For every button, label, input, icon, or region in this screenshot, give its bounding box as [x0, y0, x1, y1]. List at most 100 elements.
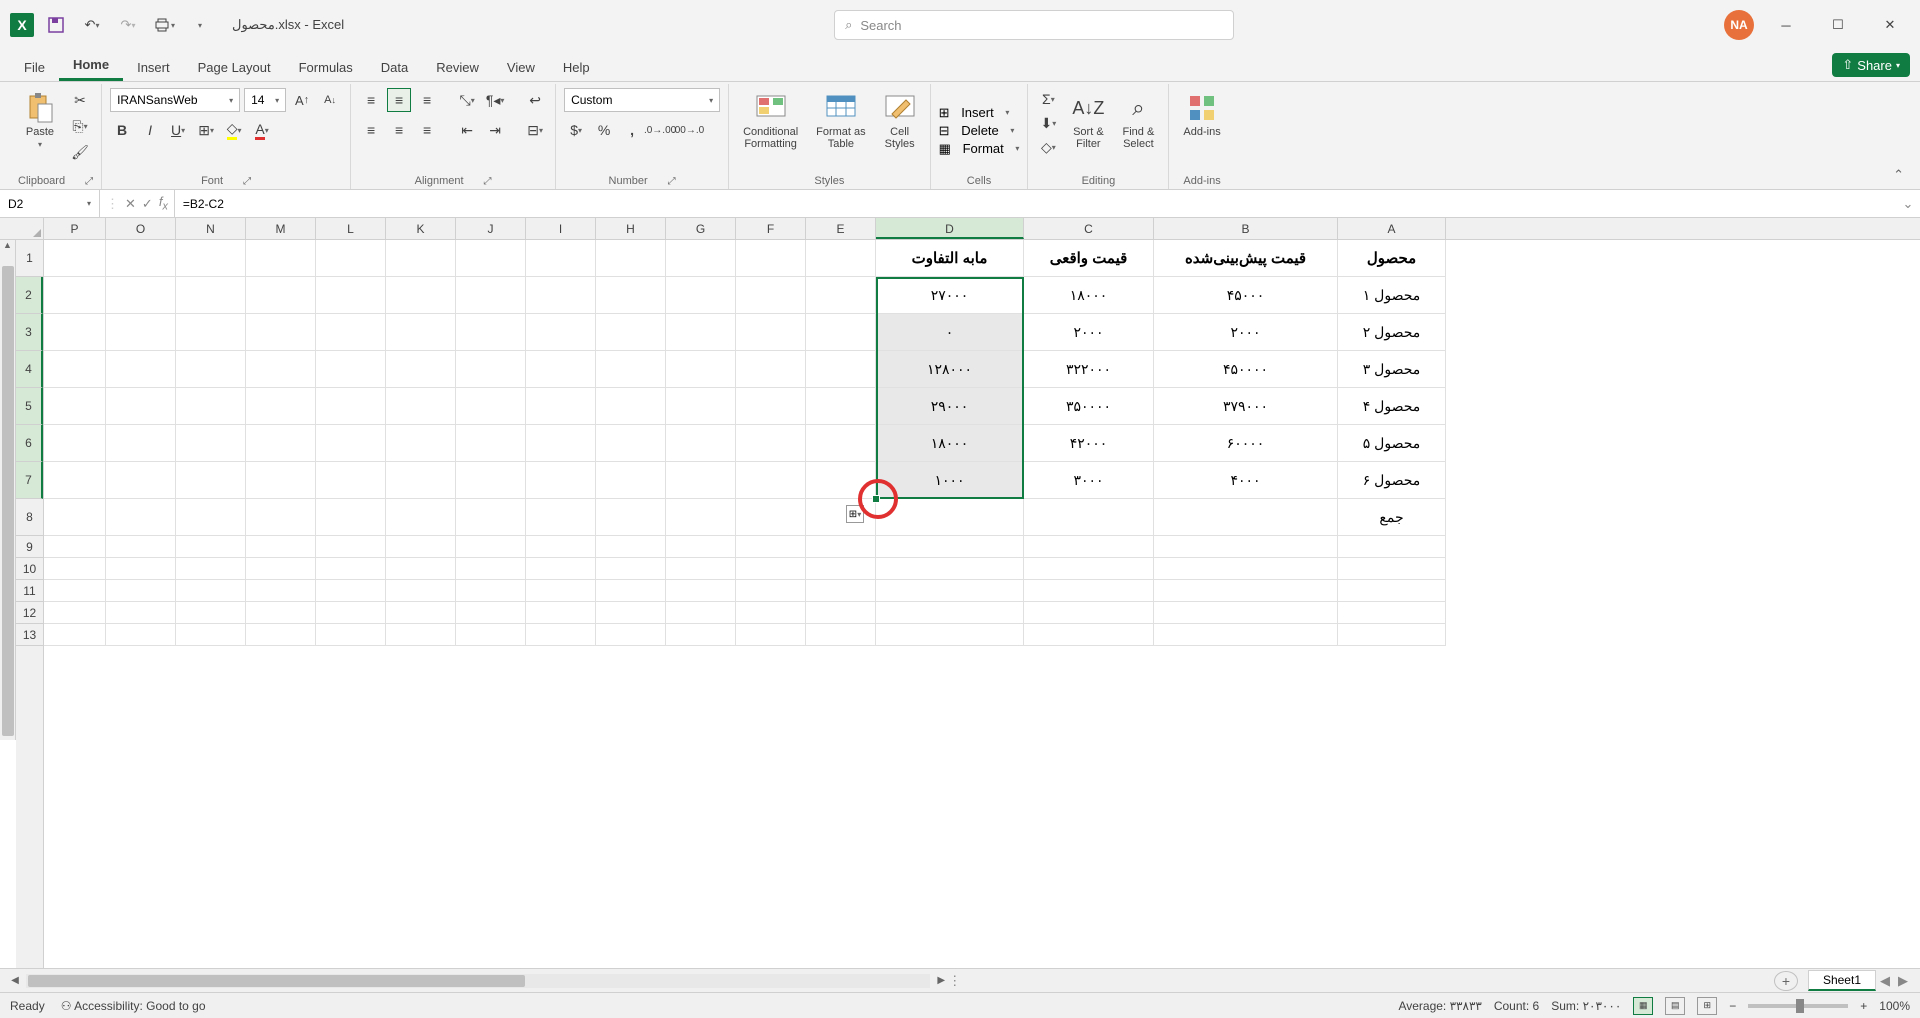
- cell-C3[interactable]: ۲۰۰۰: [1024, 314, 1154, 351]
- cell-O13[interactable]: [106, 624, 176, 646]
- new-sheet-button[interactable]: +: [1774, 971, 1798, 991]
- cell-B4[interactable]: ۴۵۰۰۰۰: [1154, 351, 1338, 388]
- enter-formula-button[interactable]: ✓: [142, 196, 153, 212]
- cell-P1[interactable]: [44, 240, 106, 277]
- col-header-G[interactable]: G: [666, 218, 736, 239]
- cell-H3[interactable]: [596, 314, 666, 351]
- row-header-13[interactable]: 13: [16, 624, 43, 646]
- cell-P4[interactable]: [44, 351, 106, 388]
- name-box[interactable]: D2▾: [0, 190, 100, 217]
- orientation-button[interactable]: ⤡▾: [455, 88, 479, 112]
- merge-button[interactable]: ⊟▾: [523, 118, 547, 142]
- search-box[interactable]: ⌕ Search: [834, 10, 1234, 40]
- row-header-1[interactable]: 1: [16, 240, 43, 277]
- decrease-decimal-button[interactable]: .00→.0: [676, 118, 700, 142]
- conditional-formatting-button[interactable]: Conditional Formatting: [737, 88, 804, 154]
- cell-B11[interactable]: [1154, 580, 1338, 602]
- cell-B2[interactable]: ۴۵۰۰۰: [1154, 277, 1338, 314]
- cell-M8[interactable]: [246, 499, 316, 536]
- clear-button[interactable]: ◇▾: [1036, 136, 1060, 158]
- cell-M5[interactable]: [246, 388, 316, 425]
- border-button[interactable]: ⊞▾: [194, 118, 218, 142]
- align-bottom-button[interactable]: ≡: [415, 88, 439, 112]
- cell-C13[interactable]: [1024, 624, 1154, 646]
- cell-H7[interactable]: [596, 462, 666, 499]
- cell-I1[interactable]: [526, 240, 596, 277]
- col-header-N[interactable]: N: [176, 218, 246, 239]
- row-header-8[interactable]: 8: [16, 499, 43, 536]
- cell-G2[interactable]: [666, 277, 736, 314]
- fill-color-button[interactable]: ◇▾: [222, 118, 246, 142]
- cell-P9[interactable]: [44, 536, 106, 558]
- fx-button[interactable]: fx: [159, 194, 168, 213]
- save-button[interactable]: [42, 11, 70, 39]
- cell-K7[interactable]: [386, 462, 456, 499]
- cell-F4[interactable]: [736, 351, 806, 388]
- cell-I5[interactable]: [526, 388, 596, 425]
- zoom-out-button[interactable]: −: [1729, 999, 1736, 1013]
- cell-B6[interactable]: ۶۰۰۰۰: [1154, 425, 1338, 462]
- cell-E10[interactable]: [806, 558, 876, 580]
- underline-button[interactable]: U▾: [166, 118, 190, 142]
- cell-K12[interactable]: [386, 602, 456, 624]
- format-cells-button[interactable]: ▦ Format ▾: [939, 141, 1020, 157]
- col-header-B[interactable]: B: [1154, 218, 1338, 239]
- qat-customize[interactable]: ▾: [186, 11, 214, 39]
- cell-L7[interactable]: [316, 462, 386, 499]
- cell-F10[interactable]: [736, 558, 806, 580]
- cell-B13[interactable]: [1154, 624, 1338, 646]
- comma-button[interactable]: ,: [620, 118, 644, 142]
- cell-B8[interactable]: [1154, 499, 1338, 536]
- cell-H2[interactable]: [596, 277, 666, 314]
- cell-E2[interactable]: [806, 277, 876, 314]
- cell-D3[interactable]: ۰: [876, 314, 1024, 351]
- cell-D8[interactable]: [876, 499, 1024, 536]
- cell-E6[interactable]: [806, 425, 876, 462]
- font-color-button[interactable]: A▾: [250, 118, 274, 142]
- cell-F5[interactable]: [736, 388, 806, 425]
- cell-J1[interactable]: [456, 240, 526, 277]
- cell-A2[interactable]: محصول ۱: [1338, 277, 1446, 314]
- cell-N6[interactable]: [176, 425, 246, 462]
- row-header-2[interactable]: 2: [16, 277, 43, 314]
- zoom-handle[interactable]: [1796, 999, 1804, 1013]
- cell-O8[interactable]: [106, 499, 176, 536]
- cell-P7[interactable]: [44, 462, 106, 499]
- cell-M4[interactable]: [246, 351, 316, 388]
- cell-G1[interactable]: [666, 240, 736, 277]
- row-header-9[interactable]: 9: [16, 536, 43, 558]
- cell-J3[interactable]: [456, 314, 526, 351]
- cell-M9[interactable]: [246, 536, 316, 558]
- cell-O11[interactable]: [106, 580, 176, 602]
- redo-button[interactable]: ↷▾: [114, 11, 142, 39]
- cell-P2[interactable]: [44, 277, 106, 314]
- format-painter-button[interactable]: 🖌: [68, 140, 92, 164]
- cell-J5[interactable]: [456, 388, 526, 425]
- cell-F13[interactable]: [736, 624, 806, 646]
- number-format-select[interactable]: Custom▾: [564, 88, 720, 112]
- cell-F12[interactable]: [736, 602, 806, 624]
- cell-E8[interactable]: [806, 499, 876, 536]
- cell-J8[interactable]: [456, 499, 526, 536]
- cell-I2[interactable]: [526, 277, 596, 314]
- cell-D6[interactable]: ۱۸۰۰۰: [876, 425, 1024, 462]
- percent-button[interactable]: %: [592, 118, 616, 142]
- cell-M11[interactable]: [246, 580, 316, 602]
- page-layout-view-button[interactable]: ▤: [1665, 997, 1685, 1015]
- cell-D9[interactable]: [876, 536, 1024, 558]
- cell-A7[interactable]: محصول ۶: [1338, 462, 1446, 499]
- cut-button[interactable]: ✂: [68, 88, 92, 112]
- cell-D10[interactable]: [876, 558, 1024, 580]
- cell-K5[interactable]: [386, 388, 456, 425]
- increase-font-button[interactable]: A↑: [290, 88, 314, 112]
- cell-N4[interactable]: [176, 351, 246, 388]
- cell-P12[interactable]: [44, 602, 106, 624]
- cell-H12[interactable]: [596, 602, 666, 624]
- cell-J7[interactable]: [456, 462, 526, 499]
- cell-C11[interactable]: [1024, 580, 1154, 602]
- hscroll-thumb[interactable]: [28, 975, 525, 987]
- cell-B7[interactable]: ۴۰۰۰: [1154, 462, 1338, 499]
- align-left-button[interactable]: ≡: [359, 118, 383, 142]
- addins-button[interactable]: Add-ins: [1177, 88, 1226, 142]
- cell-L10[interactable]: [316, 558, 386, 580]
